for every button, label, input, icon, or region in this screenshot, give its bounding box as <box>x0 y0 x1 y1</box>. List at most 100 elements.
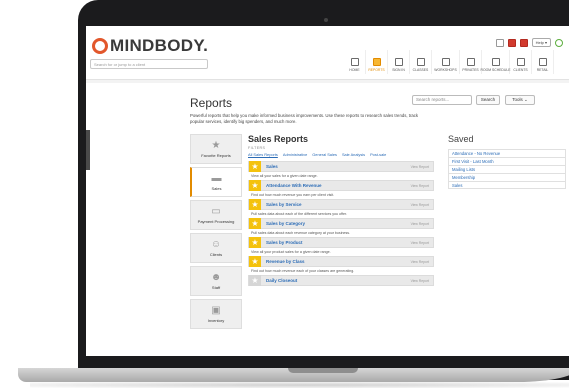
favorite-star-icon[interactable]: ★ <box>249 256 261 267</box>
workshops-icon <box>441 58 450 66</box>
tab-home[interactable]: HOME <box>344 50 366 74</box>
report-header[interactable]: ★ Revenue by Class View Report <box>248 256 434 267</box>
report-header[interactable]: ★ Sales by Product View Report <box>248 237 434 248</box>
filter-post-sale[interactable]: Post-sale <box>370 152 386 157</box>
category-favorite-reports[interactable]: ★ Favorite Reports <box>190 134 242 164</box>
report-header[interactable]: ★ Daily Closeout View Report <box>248 275 434 286</box>
category-inventory[interactable]: ▣ Inventory <box>190 299 242 329</box>
tab-workshops[interactable]: WORKSHOPS <box>432 50 460 74</box>
tab-label: PRIVATES <box>462 68 479 72</box>
tab-sign-in[interactable]: SIGN IN <box>388 50 410 74</box>
category-staff[interactable]: ☻ Staff <box>190 266 242 296</box>
tools-dropdown-button[interactable]: Tools ⌄ <box>505 95 535 105</box>
report-name[interactable]: Daily Closeout <box>266 278 411 283</box>
report-description: Pull sales data about each of the differ… <box>248 210 434 218</box>
tab-label: RETAIL <box>536 68 549 72</box>
view-report-link[interactable]: View Report <box>411 222 429 226</box>
report-header[interactable]: ★ Sales by Category View Report <box>248 218 434 229</box>
saved-reports-panel: Saved Attendance - No Revenue First Visi… <box>448 134 566 189</box>
view-report-link[interactable]: View Report <box>411 260 429 264</box>
category-payment-processing[interactable]: ▭ Payment Processing <box>190 200 242 230</box>
header-divider <box>86 80 569 83</box>
register-icon: ▬ <box>211 172 222 184</box>
status-icon[interactable] <box>555 38 563 47</box>
report-header[interactable]: ★ Attendance With Revenue View Report <box>248 180 434 191</box>
view-report-link[interactable]: View Report <box>411 184 429 188</box>
notification-icon[interactable] <box>519 38 528 47</box>
tab-reports[interactable]: REPORTS <box>366 50 388 74</box>
logo[interactable]: MINDBODY. <box>92 36 208 56</box>
favorite-star-icon[interactable]: ★ <box>249 180 261 191</box>
tab-privates[interactable]: PRIVATES <box>460 50 482 74</box>
report-name[interactable]: Sales <box>266 164 411 169</box>
tab-clients[interactable]: CLIENTS <box>510 50 532 74</box>
sales-reports-panel: Sales Reports FILTERS All Sales Reports … <box>248 134 438 294</box>
tab-classes[interactable]: CLASSES <box>410 50 432 74</box>
saved-report-link[interactable]: Attendance - No Revenue <box>448 149 566 157</box>
category-label: Clients <box>209 251 223 257</box>
tab-label: CLIENTS <box>513 68 528 72</box>
view-report-link[interactable]: View Report <box>411 279 429 283</box>
report-description: Find out how much revenue you earn per c… <box>248 191 434 199</box>
favorite-star-icon[interactable]: ★ <box>249 237 261 248</box>
report-row: ★ Attendance With Revenue View Report Fi… <box>248 180 434 199</box>
tab-label: REPORTS <box>368 68 385 72</box>
app-header: MINDBODY. Search for or jump to a client… <box>86 26 569 80</box>
tab-retail[interactable]: RETAIL <box>532 50 554 74</box>
category-label: Inventory <box>207 317 225 323</box>
view-report-link[interactable]: View Report <box>411 203 429 207</box>
report-name[interactable]: Sales by Category <box>266 221 411 226</box>
client-search-input[interactable]: Search for or jump to a client <box>90 59 208 69</box>
saved-report-link[interactable]: Sales <box>448 181 566 189</box>
report-row: ★ Revenue by Class View Report Find out … <box>248 256 434 275</box>
home-icon <box>350 58 359 66</box>
search-button[interactable]: Search <box>476 95 500 105</box>
sign-in-icon <box>394 58 403 66</box>
retail-icon <box>538 58 547 66</box>
tab-label: SIGN IN <box>392 68 405 72</box>
filter-sale-analysis[interactable]: Sale Analysis <box>342 152 365 157</box>
report-row: ★ Sales by Category View Report Pull sal… <box>248 218 434 237</box>
page-title: Reports <box>190 96 233 110</box>
page-subtitle: Powerful reports that help you make info… <box>190 113 419 124</box>
alert-icon[interactable] <box>507 38 516 47</box>
report-description: Find out how much revenue each of your c… <box>248 267 434 275</box>
filter-administrative[interactable]: Administrative <box>283 152 307 157</box>
report-name[interactable]: Attendance With Revenue <box>266 183 411 188</box>
report-header[interactable]: ★ Sales by Service View Report <box>248 199 434 210</box>
report-row: ★ Daily Closeout View Report <box>248 275 434 294</box>
star-icon: ★ <box>211 139 221 151</box>
category-clients[interactable]: ☺ Clients <box>190 233 242 263</box>
category-sales[interactable]: ▬ Sales <box>190 167 242 197</box>
favorite-star-icon[interactable]: ★ <box>249 275 261 286</box>
report-name[interactable]: Sales by Product <box>266 240 411 245</box>
saved-report-link[interactable]: Mailing Lists <box>448 165 566 173</box>
saved-report-link[interactable]: Membership <box>448 173 566 181</box>
logo-ring-icon <box>92 38 108 54</box>
side-panel-handle[interactable] <box>86 130 90 170</box>
tab-room-schedule[interactable]: ROOM SCHEDULE <box>480 50 511 74</box>
view-report-link[interactable]: View Report <box>411 241 429 245</box>
favorite-star-icon[interactable]: ★ <box>249 218 261 229</box>
filter-all-sales-reports[interactable]: All Sales Reports <box>248 152 278 157</box>
print-icon[interactable] <box>495 38 504 47</box>
saved-report-link[interactable]: First Visit - Last Month <box>448 157 566 165</box>
card-icon: ▭ <box>211 205 221 217</box>
favorite-star-icon[interactable]: ★ <box>249 199 261 210</box>
camera-dot <box>324 18 328 22</box>
view-report-link[interactable]: View Report <box>411 165 429 169</box>
report-description: Pull sales data about each revenue categ… <box>248 229 434 237</box>
filter-general-sales[interactable]: General Sales <box>312 152 337 157</box>
report-header[interactable]: ★ Sales View Report <box>248 161 434 172</box>
laptop-shadow <box>30 382 569 388</box>
help-button[interactable]: Help ▾ <box>531 38 551 47</box>
category-label: Staff <box>211 284 221 290</box>
search-reports-input[interactable]: Search reports... <box>412 95 472 105</box>
report-name[interactable]: Revenue by Class <box>266 259 411 264</box>
classes-icon <box>416 58 425 66</box>
tab-label: ROOM SCHEDULE <box>480 68 511 72</box>
favorite-star-icon[interactable]: ★ <box>249 161 261 172</box>
clients-icon: ☺ <box>210 238 222 250</box>
report-name[interactable]: Sales by Service <box>266 202 411 207</box>
category-label: Payment Processing <box>197 218 235 224</box>
